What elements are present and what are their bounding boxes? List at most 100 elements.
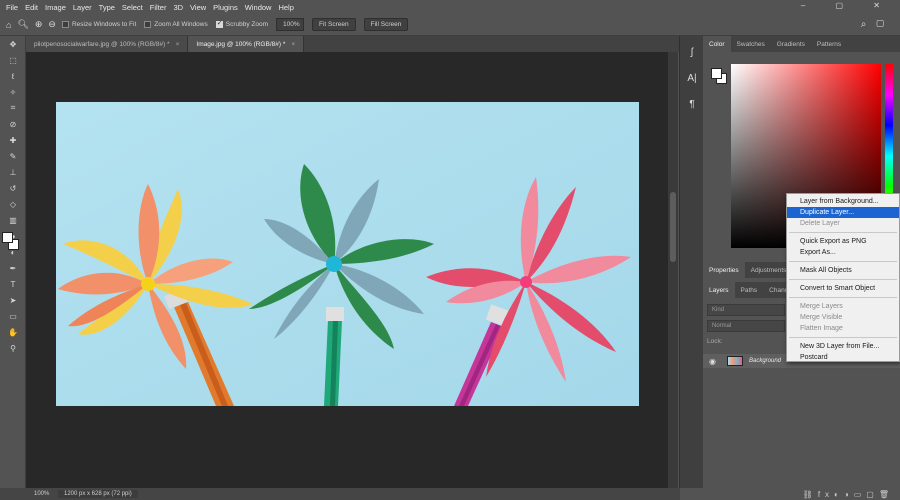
resize-windows-checkbox[interactable] (61, 21, 69, 28)
menu-filter[interactable]: Filter (150, 3, 167, 12)
resize-windows-option[interactable]: Resize Windows to Fit (61, 21, 136, 28)
menu-separator (789, 297, 897, 298)
scrollbar-thumb[interactable] (670, 192, 676, 262)
tab-paths[interactable]: Paths (735, 282, 764, 298)
close-icon[interactable]: × (291, 41, 295, 48)
crop-icon[interactable]: ⌗ (0, 100, 26, 116)
paragraph-icon[interactable]: ¶ (680, 94, 704, 114)
pinwheel-pencils-photo (56, 102, 639, 406)
brush-icon[interactable]: ✎ (0, 148, 26, 164)
eraser-icon[interactable]: ◇ (0, 196, 26, 212)
menu-flatten-image[interactable]: Flatten Image (787, 323, 899, 334)
move-icon[interactable]: ✥ (0, 36, 26, 52)
menu-convert-smart-object[interactable]: Convert to Smart Object (787, 283, 899, 294)
tab-color[interactable]: Color (703, 36, 731, 52)
path-select-icon[interactable]: ➤ (0, 292, 26, 308)
menu-help[interactable]: Help (278, 3, 293, 12)
menu-edit[interactable]: Edit (25, 3, 38, 12)
status-zoom[interactable]: 100% (0, 491, 58, 497)
tab-pilotpen-document[interactable]: pilotpenosocialwarfare.jpg @ 100% (RGB/8… (26, 36, 189, 52)
layer-filter-field[interactable]: Kind (707, 304, 785, 316)
menu-view[interactable]: View (190, 3, 206, 12)
pen-icon[interactable]: ✒ (0, 260, 26, 276)
menu-separator (789, 232, 897, 233)
glyphs-icon[interactable]: ʃ (680, 42, 704, 62)
document-image[interactable] (56, 102, 639, 406)
menu-duplicate-layer[interactable]: Duplicate Layer... (787, 207, 899, 218)
type-icon[interactable]: T (0, 276, 26, 292)
collapsed-panels-strip: ʃ A| ¶ (679, 36, 703, 488)
magic-wand-icon[interactable]: ✧ (0, 84, 26, 100)
menu-separator (789, 279, 897, 280)
gradient-icon[interactable]: ▥ (0, 212, 26, 228)
lasso-icon[interactable]: ℓ (0, 68, 26, 84)
menu-type[interactable]: Type (99, 3, 115, 12)
healing-icon[interactable]: ✚ (0, 132, 26, 148)
canvas-area[interactable] (26, 52, 668, 488)
document-tabs: pilotpenosocialwarfare.jpg @ 100% (RGB/8… (26, 36, 680, 52)
scrubby-zoom-checkbox[interactable] (215, 19, 223, 28)
menu-image[interactable]: Image (45, 3, 66, 12)
status-dimensions[interactable]: 1200 px x 628 px (72 ppi) (58, 490, 138, 498)
layer-name: Background (749, 358, 782, 364)
zoom-all-windows-checkbox[interactable] (144, 21, 152, 28)
hand-icon[interactable]: ✋ (0, 324, 26, 340)
foreground-color-swatch[interactable] (2, 232, 13, 243)
history-brush-icon[interactable]: ↺ (0, 180, 26, 196)
menu-file[interactable]: File (6, 3, 18, 12)
menu-merge-visible[interactable]: Merge Visible (787, 312, 899, 323)
menu-layer-from-background[interactable]: Layer from Background... (787, 196, 899, 207)
menu-delete-layer[interactable]: Delete Layer (787, 218, 899, 229)
menu-export-as[interactable]: Export As... (787, 247, 899, 258)
close-icon[interactable]: × (176, 41, 180, 48)
menu-window[interactable]: Window (245, 3, 272, 12)
tab-layers[interactable]: Layers (703, 282, 735, 298)
tab-properties[interactable]: Properties (703, 262, 745, 278)
options-bar: ⌂ 🔍︎ ⊕ ⊖ Resize Windows to Fit Zoom All … (0, 14, 900, 36)
search-and-workspace-icons[interactable]: ⌕▢ (861, 19, 894, 30)
menu-select[interactable]: Select (122, 3, 143, 12)
zoom-icon[interactable]: ⚲ (0, 340, 26, 356)
canvas-vertical-scrollbar[interactable] (668, 52, 678, 488)
menu-layer[interactable]: Layer (73, 3, 92, 12)
scrubby-zoom-option[interactable]: Scrubby Zoom (215, 19, 268, 28)
fill-screen-button[interactable]: Fill Screen (363, 18, 409, 31)
home-icon[interactable]: ⌂ (6, 20, 11, 30)
tab-image-document[interactable]: Image.jpg @ 100% (RGB/8#) * × (188, 36, 305, 52)
eyedropper-icon[interactable]: ⊘ (0, 116, 26, 132)
tab-gradients[interactable]: Gradients (771, 36, 811, 52)
color-panel-tabs: Color Swatches Gradients Patterns (703, 36, 900, 52)
menu-separator (789, 337, 897, 338)
character-icon[interactable]: A| (680, 68, 704, 88)
layers-footer-icons[interactable]: ⛓fx◐◑▭▢🗑︎ (703, 488, 900, 500)
menu-3d[interactable]: 3D (173, 3, 183, 12)
menu-new-3d-layer[interactable]: New 3D Layer from File... (787, 341, 899, 352)
zoom-all-windows-option[interactable]: Zoom All Windows (144, 21, 208, 28)
blend-mode-select[interactable]: Normal (707, 320, 785, 332)
zoom-in-icon[interactable]: ⊕ (35, 19, 43, 30)
panel-foreground-swatch[interactable] (711, 68, 722, 79)
tools-panel: ✥ ⬚ ℓ ✧ ⌗ ⊘ ✚ ✎ ⊥ ↺ ◇ ▥ ● ◐ ✒ T ➤ ▭ ✋ ⚲ (0, 36, 26, 488)
window-controls[interactable]: – ▢ ✕ (801, 1, 894, 10)
layer-thumbnail (727, 356, 743, 366)
marquee-icon[interactable]: ⬚ (0, 52, 26, 68)
lock-label: Lock: (707, 338, 723, 345)
shape-icon[interactable]: ▭ (0, 308, 26, 324)
stamp-icon[interactable]: ⊥ (0, 164, 26, 180)
fit-screen-button[interactable]: Fit Screen (312, 18, 356, 31)
menu-plugins[interactable]: Plugins (213, 3, 238, 12)
tab-patterns[interactable]: Patterns (811, 36, 847, 52)
menu-mask-all-objects[interactable]: Mask All Objects (787, 265, 899, 276)
menu-quick-export-png[interactable]: Quick Export as PNG (787, 236, 899, 247)
zoom-tool-icon[interactable]: 🔍︎ (17, 19, 28, 30)
menu-bar: File Edit Image Layer Type Select Filter… (0, 0, 900, 14)
zoom-out-icon[interactable]: ⊖ (48, 19, 56, 30)
menu-postcard[interactable]: Postcard (787, 352, 899, 363)
tab-swatches[interactable]: Swatches (731, 36, 771, 52)
zoom-percent-field[interactable]: 100% (276, 18, 305, 31)
menu-merge-layers[interactable]: Merge Layers (787, 301, 899, 312)
visibility-eye-icon[interactable]: ◉ (709, 357, 721, 366)
menu-separator (789, 261, 897, 262)
status-bar: 100% 1200 px x 628 px (72 ppi) (0, 488, 680, 500)
layer-context-menu: Layer from Background... Duplicate Layer… (786, 193, 900, 362)
